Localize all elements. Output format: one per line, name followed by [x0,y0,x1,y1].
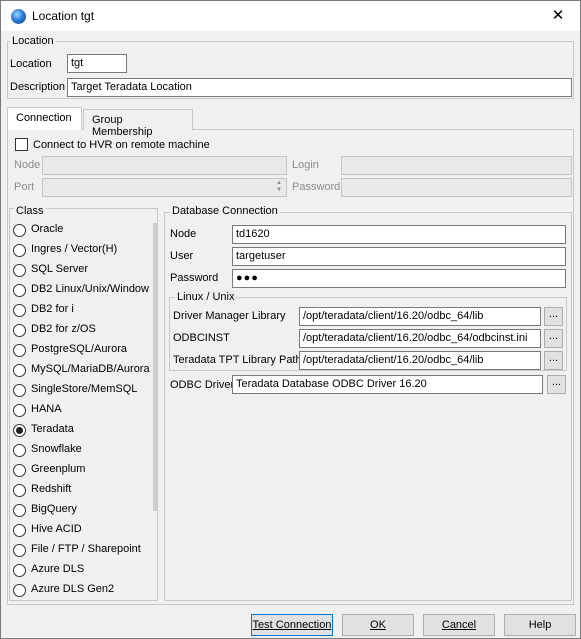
class-list[interactable]: ▲ ▼ Oracle Ingres / Vector(H) SQL Server DB… [9,208,158,601]
cancel-label: Cancel [441,619,477,631]
odbcinst-field[interactable]: /opt/teradata/client/16.20/odbc_64/odbci… [299,329,541,348]
class-option-label: Hive ACID [31,523,82,535]
odbc-driver-browse-button[interactable]: ... [547,375,566,394]
tpt-library-field[interactable]: /opt/teradata/client/16.20/odbc_64/lib [299,351,541,370]
db-user-label: User [170,250,194,262]
test-connection-label: Test Connection [252,619,332,631]
ok-label: OK [370,619,386,631]
scroll-down-icon[interactable]: ▼ [152,588,157,600]
remote-port-stepper[interactable]: ▲ ▼ [42,178,287,197]
radio-button[interactable] [13,484,26,497]
driver-manager-field[interactable]: /opt/teradata/client/16.20/odbc_64/lib [299,307,541,326]
remote-password-label: Password [292,181,341,193]
radio-button[interactable] [13,244,26,257]
ok-button[interactable]: OK [342,614,414,636]
class-option-label: Ingres / Vector(H) [31,243,118,255]
class-option-label: BigQuery [31,503,77,515]
linux-unix-title: Linux / Unix [175,291,237,303]
radio-button[interactable] [13,504,26,517]
odbcinst-browse-button[interactable]: ... [544,329,563,348]
tpt-library-browse-button[interactable]: ... [544,351,563,370]
window-title: Location tgt [32,9,95,23]
radio-button[interactable] [13,324,26,337]
radio-button[interactable] [13,344,26,357]
radio-button[interactable] [13,464,26,477]
class-option-label: DB2 for z/OS [31,323,96,335]
hvr-globe-icon [11,9,26,24]
db-user-field[interactable]: targetuser [232,247,566,266]
radio-button[interactable] [13,304,26,317]
class-option-label: Greenplum [31,463,86,475]
location-label: Location [10,58,52,70]
driver-manager-label: Driver Manager Library [173,310,286,322]
class-option-label: Redshift [31,483,72,495]
remote-node-field[interactable] [42,156,287,175]
remote-password-field[interactable] [341,178,572,197]
class-option-label: DB2 Linux/Unix/Window [31,283,149,295]
test-connection-button[interactable]: Test Connection [251,614,333,636]
help-button[interactable]: Help [504,614,576,636]
location-name-field[interactable]: tgt [67,54,127,73]
tpt-library-label: Teradata TPT Library Path [173,354,302,366]
class-option-label: SQL Server [31,263,89,275]
class-option-label: Oracle [31,223,64,235]
remote-login-label: Login [292,159,319,171]
radio-button[interactable] [13,224,26,237]
odbc-driver-label: ODBC Driver [170,379,235,391]
scroll-up-icon[interactable]: ▲ [152,209,157,223]
class-option-label: File / FTP / Sharepoint [31,543,141,555]
radio-button[interactable] [13,564,26,577]
class-option-label: Azure DLS [31,563,85,575]
class-list-title: Class [14,205,46,217]
odbcinst-label: ODBCINST [173,332,230,344]
remote-hvr-label: Connect to HVR on remote machine [33,139,210,151]
radio-button[interactable] [13,424,26,437]
class-option-label: Teradata [31,423,74,435]
tab-connection[interactable]: Connection [7,107,82,130]
radio-button[interactable] [13,544,26,557]
title-bar: Location tgt ✕ [1,1,580,31]
odbc-driver-field[interactable]: Teradata Database ODBC Driver 16.20 [232,375,543,394]
help-label: Help [528,619,552,631]
remote-login-field[interactable] [341,156,572,175]
radio-button[interactable] [13,284,26,297]
remote-port-label: Port [14,181,35,193]
tab-group-membership[interactable]: Group Membership [83,109,193,138]
class-option-label: SingleStore/MemSQL [31,383,138,395]
cancel-button[interactable]: Cancel [423,614,495,636]
class-option-label: Azure DLS Gen2 [31,583,115,595]
db-password-label: Password [170,272,219,284]
remote-hvr-checkbox[interactable] [15,138,28,151]
class-option-label: MySQL/MariaDB/Aurora [31,363,150,375]
location-group-title: Location [10,35,56,47]
radio-button[interactable] [13,524,26,537]
scroll-thumb[interactable] [153,223,157,511]
class-option-label: PostgreSQL/Aurora [31,343,127,355]
radio-button[interactable] [13,364,26,377]
location-dialog: Location tgt ✕ Location Location tgt Des… [0,0,581,639]
radio-button[interactable] [13,584,26,597]
class-option-label: HANA [31,403,62,415]
description-field[interactable]: Target Teradata Location [67,78,572,97]
class-list-scrollbar[interactable]: ▲ ▼ [152,209,157,600]
radio-button[interactable] [13,264,26,277]
class-option-label: DB2 for i [31,303,74,315]
radio-button[interactable] [13,444,26,457]
db-node-label: Node [170,228,197,240]
driver-manager-browse-button[interactable]: ... [544,307,563,326]
close-button[interactable]: ✕ [536,1,580,31]
class-option-label: Snowflake [31,443,82,455]
db-password-field[interactable]: ●●● [232,269,566,288]
radio-button[interactable] [13,404,26,417]
radio-button[interactable] [13,384,26,397]
description-label: Description [10,81,66,93]
db-node-field[interactable]: td1620 [232,225,566,244]
remote-node-label: Node [14,159,41,171]
db-connection-title: Database Connection [170,205,280,217]
spinner-arrows-icon[interactable]: ▲ ▼ [273,180,285,195]
